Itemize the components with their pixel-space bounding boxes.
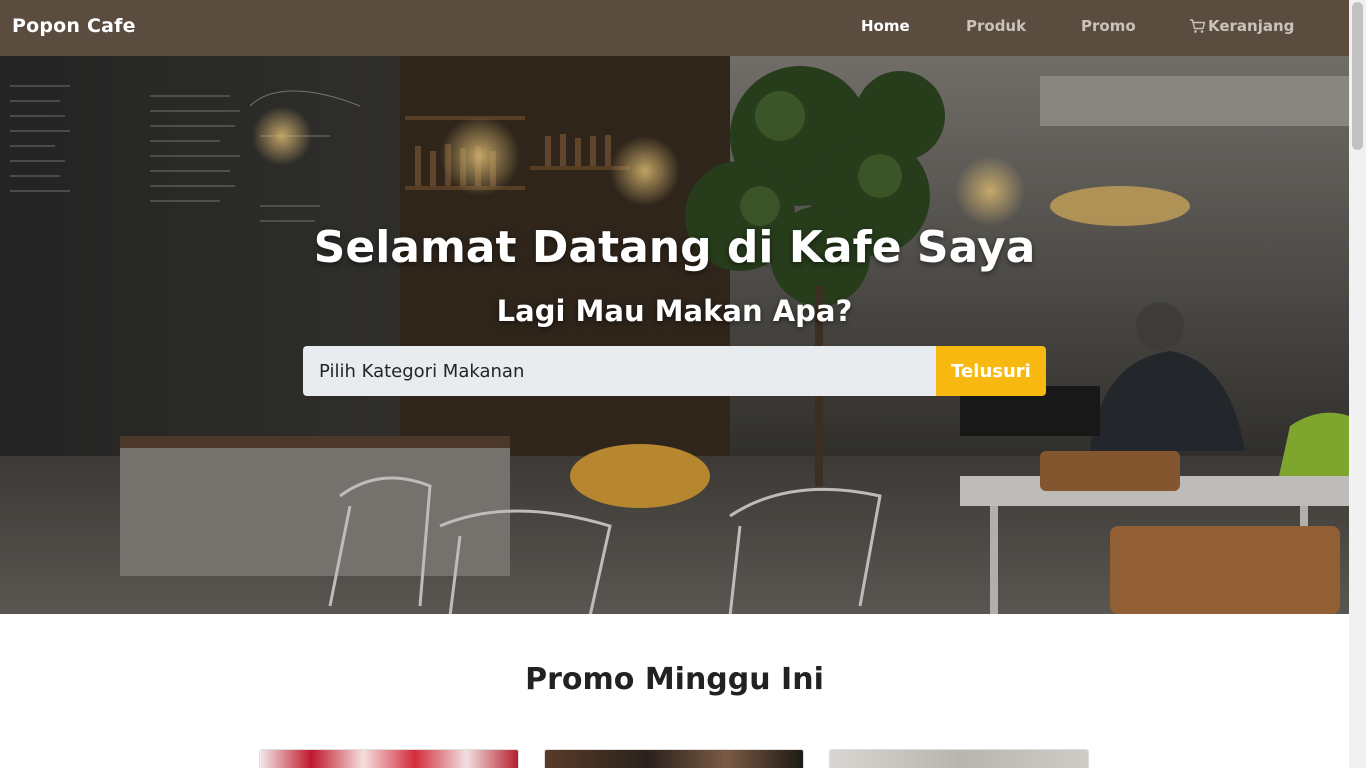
promo-section-title: Promo Minggu Ini (525, 662, 824, 697)
hero-title: Selamat Datang di Kafe Saya (313, 222, 1036, 273)
promo-card[interactable] (259, 749, 519, 768)
hero-overlay (0, 56, 1349, 614)
nav-produk-link[interactable]: Produk (966, 17, 1026, 35)
hero-subtitle: Lagi Mau Makan Apa? (496, 294, 853, 328)
scrollbar-thumb[interactable] (1352, 2, 1363, 150)
hero-section: Selamat Datang di Kafe Saya Lagi Mau Mak… (0, 56, 1349, 614)
promo-card[interactable] (544, 749, 804, 768)
brand-logo[interactable]: Popon Cafe (12, 15, 136, 37)
page-scrollbar[interactable] (1349, 0, 1366, 768)
category-search-form: Telusuri (303, 346, 1046, 396)
nav-home-link[interactable]: Home (861, 17, 910, 35)
nav-cart-label: Keranjang (1208, 17, 1295, 35)
category-search-input[interactable] (303, 346, 936, 396)
nav-promo-link[interactable]: Promo (1081, 17, 1136, 35)
nav-cart-link[interactable]: Keranjang (1189, 17, 1294, 35)
search-button[interactable]: Telusuri (936, 346, 1046, 396)
cart-icon (1190, 19, 1206, 33)
promo-card[interactable] (829, 749, 1089, 768)
navbar: Popon Cafe Home Produk Promo Keranjang (0, 0, 1349, 56)
